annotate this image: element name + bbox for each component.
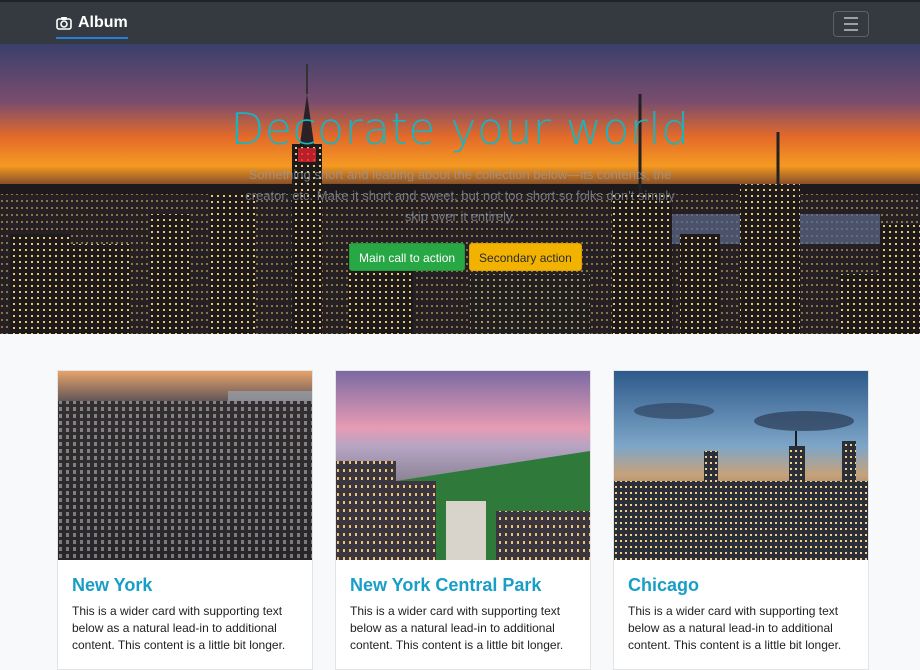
hero-title: Decorate your world (230, 104, 690, 155)
card-title: New York Central Park (350, 575, 542, 595)
hero-lead-text: Something short and leading about the co… (245, 167, 675, 224)
hero-banner: Decorate your world Something short and … (0, 44, 920, 334)
card-title: New York (72, 575, 153, 595)
card-chicago[interactable]: Chicago This is a wider card with suppor… (613, 370, 869, 670)
hamburger-menu-icon (844, 17, 858, 19)
navbar: Album (0, 0, 920, 44)
card-title: Chicago (628, 575, 700, 595)
camera-icon (56, 16, 72, 30)
card-text: This is a wider card with supporting tex… (72, 604, 286, 652)
main-call-to-action-button[interactable]: Main call to action (349, 243, 466, 271)
central-park-photo (336, 371, 590, 560)
card-text: This is a wider card with supporting tex… (628, 604, 842, 652)
card-new-york[interactable]: New York This is a wider card with suppo… (57, 370, 313, 670)
hero-button-group: Main call to action Secondary action (349, 243, 582, 271)
card-new-york-central-park[interactable]: New York Central Park This is a wider ca… (335, 370, 591, 670)
album-cards: New York This is a wider card with suppo… (0, 334, 920, 670)
card-text: This is a wider card with supporting tex… (350, 604, 564, 652)
new-york-aerial-photo (58, 371, 312, 560)
secondary-action-button[interactable]: Secondary action (469, 243, 582, 271)
chicago-skyline-photo (614, 371, 868, 560)
brand-label: Album (78, 14, 128, 31)
navbar-toggler-button[interactable] (833, 11, 869, 37)
brand-link[interactable]: Album (56, 11, 128, 39)
